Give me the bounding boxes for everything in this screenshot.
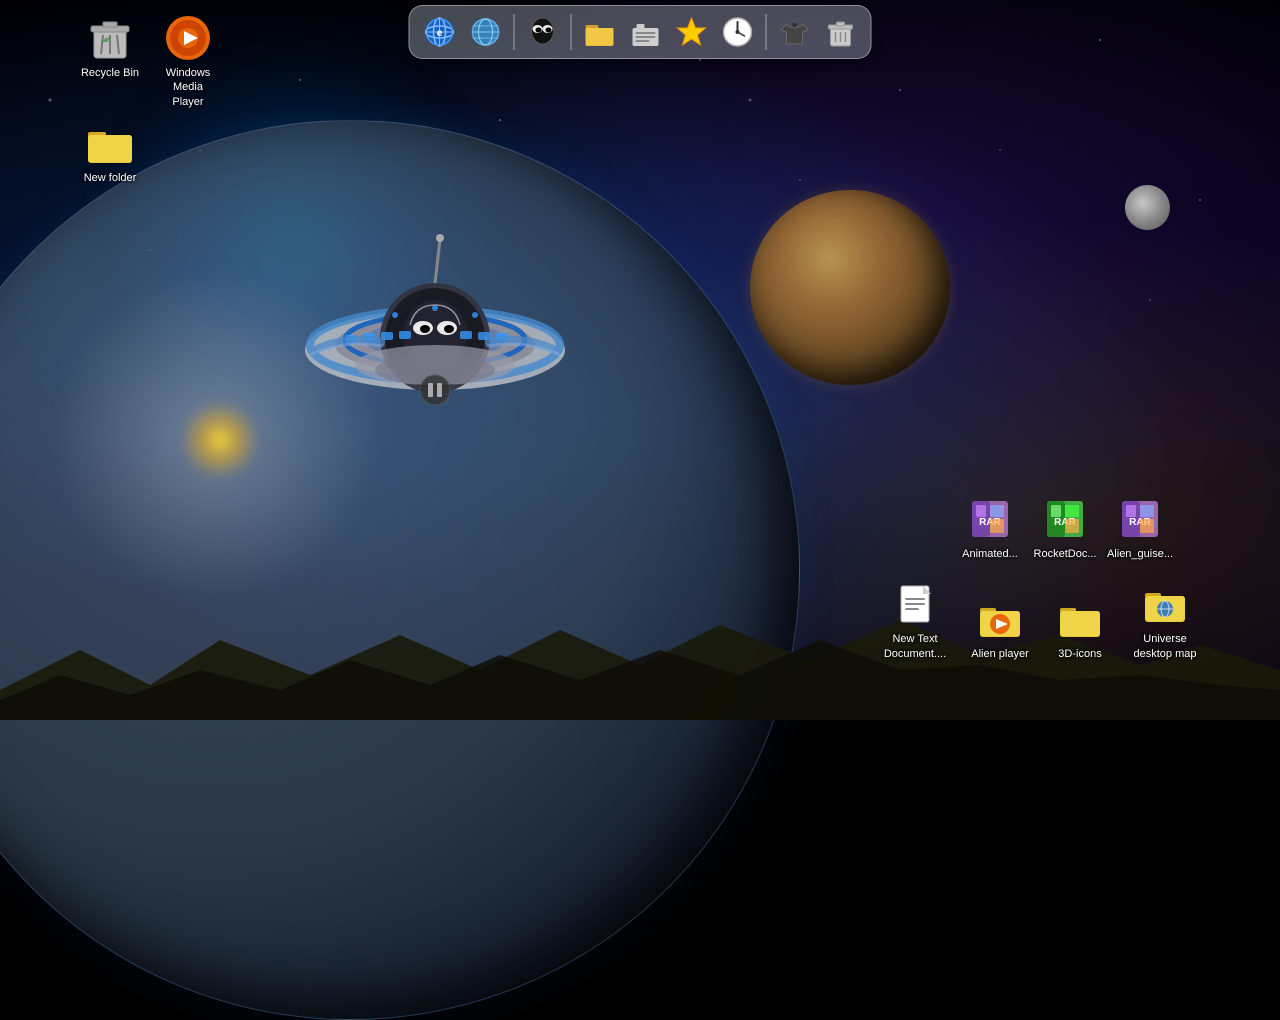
taskbar-clock-icon[interactable]	[716, 10, 760, 54]
animated-icon[interactable]: RAR Animated...	[950, 491, 1030, 565]
wmp-icon[interactable]: Windows MediaPlayer	[148, 10, 228, 113]
svg-text:e: e	[437, 28, 443, 39]
taskbar-network-icon[interactable]	[464, 10, 508, 54]
alien-player-icon[interactable]: Alien player	[960, 591, 1040, 665]
taskbar: e	[409, 5, 872, 59]
taskbar-alien-icon[interactable]	[521, 10, 565, 54]
taskbar-sep-3	[766, 14, 767, 50]
taskbar-sep-2	[571, 14, 572, 50]
alien-guise-label: Alien_guise...	[1107, 547, 1173, 561]
star-burst	[180, 400, 260, 480]
taskbar-folder-icon[interactable]	[578, 10, 622, 54]
taskbar-ie-icon[interactable]: e	[418, 10, 462, 54]
new-folder-label: New folder	[84, 171, 137, 185]
moon	[1125, 185, 1170, 230]
alien-guise-icon[interactable]: RAR Alien_guise...	[1100, 491, 1180, 565]
taskbar-star-icon[interactable]	[670, 10, 714, 54]
taskbar-documents-icon[interactable]	[624, 10, 668, 54]
rocketdoc-label: RocketDoc...	[1034, 547, 1097, 561]
3d-icons-label: 3D-icons	[1058, 647, 1101, 661]
alien-player-label: Alien player	[971, 647, 1028, 661]
new-text-doc-icon[interactable]: New TextDocument....	[875, 576, 955, 665]
taskbar-trash-icon[interactable]	[819, 10, 863, 54]
taskbar-shirt-icon[interactable]	[773, 10, 817, 54]
taskbar-sep-1	[514, 14, 515, 50]
recycle-bin-label: Recycle Bin	[81, 66, 139, 80]
wmp-label: Windows MediaPlayer	[152, 66, 224, 109]
universe-desktop-map-label: Universedesktop map	[1134, 632, 1197, 661]
3d-icons-icon[interactable]: 3D-icons	[1040, 591, 1120, 665]
animated-label: Animated...	[962, 547, 1018, 561]
brown-planet	[750, 190, 950, 385]
universe-desktop-map-icon[interactable]: Universedesktop map	[1125, 576, 1205, 665]
new-text-doc-label: New TextDocument....	[884, 632, 946, 661]
new-folder-icon[interactable]: New folder	[70, 115, 150, 189]
rocketdoc-icon[interactable]: RAR RocketDoc...	[1025, 491, 1105, 565]
recycle-bin-icon[interactable]: Recycle Bin	[70, 10, 150, 84]
alien-player-graphic	[285, 150, 585, 530]
